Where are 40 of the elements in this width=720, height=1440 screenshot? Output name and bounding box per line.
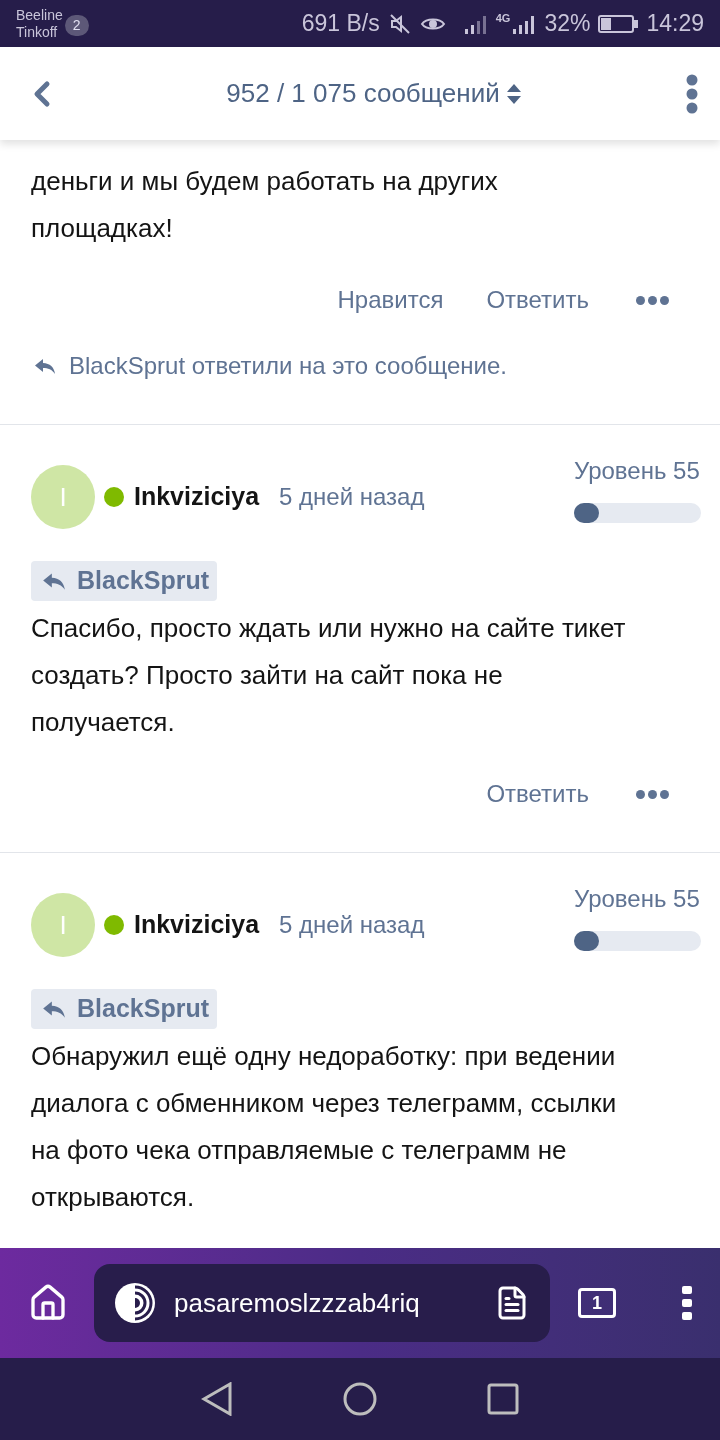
menu-icon — [686, 73, 698, 114]
post-time[interactable]: 5 дней назад — [279, 479, 425, 515]
level-label: Уровень 55 — [574, 884, 700, 914]
author-name[interactable]: Inkviziciya — [134, 906, 260, 944]
network-type: 4G — [495, 11, 511, 27]
level-label: Уровень 55 — [574, 456, 700, 486]
quote-tag[interactable]: BlackSprut — [31, 989, 217, 1029]
quote-tag[interactable]: BlackSprut — [31, 561, 217, 601]
home-icon — [28, 1283, 68, 1323]
carrier-name: Tinkoff — [16, 23, 59, 41]
carrier-name: Beeline — [16, 6, 63, 24]
back-icon[interactable] — [201, 1382, 233, 1416]
post-text: Спасибо, просто ждать или нужно на сайте тикет создать? Просто зайти на сайт пока не получается. — [31, 612, 627, 739]
action-link[interactable]: Нравится — [337, 282, 444, 318]
battery-icon — [598, 13, 639, 34]
browser-menu-button[interactable] — [682, 1286, 692, 1320]
home-circle-icon[interactable] — [343, 1382, 377, 1416]
menu-icon — [682, 1286, 692, 1320]
action-link[interactable]: Ответить — [486, 776, 589, 812]
home-button[interactable] — [28, 1283, 68, 1323]
tabs-button[interactable]: 1 — [578, 1288, 616, 1318]
reply-note[interactable]: BlackSprut ответили на это сообщение. — [69, 348, 507, 384]
ellipsis-icon — [636, 789, 669, 799]
battery-percent: 32% — [544, 9, 591, 39]
menu-button[interactable] — [686, 73, 698, 114]
post-time[interactable]: 5 дней назад — [279, 907, 425, 943]
network-speed: 691 B/s — [301, 9, 380, 39]
sim-badge: 2 — [64, 15, 89, 36]
ellipsis-icon — [636, 295, 669, 305]
recents-icon[interactable] — [487, 1383, 519, 1415]
mute-icon — [387, 11, 412, 36]
message-counter[interactable]: 952 / 1 075 сообщений — [226, 74, 522, 113]
clock: 14:29 — [646, 9, 704, 39]
post-text: Обнаружил ещё одну недоработку: при ведении диалога с обменником через телеграмм, ссылки на фото чека отправляемые с телеграмм не открываются. — [31, 1040, 618, 1214]
action-link[interactable]: Ответить — [486, 282, 589, 318]
address-bar[interactable]: pasaremoslzzzab4riq — [94, 1264, 550, 1342]
post-text: деньги и мы будем работать на других площадках! — [31, 165, 499, 245]
url-text: pasaremoslzzzab4riq — [174, 1286, 420, 1320]
onion-icon — [114, 1282, 156, 1324]
author-name[interactable]: Inkviziciya — [134, 478, 260, 516]
